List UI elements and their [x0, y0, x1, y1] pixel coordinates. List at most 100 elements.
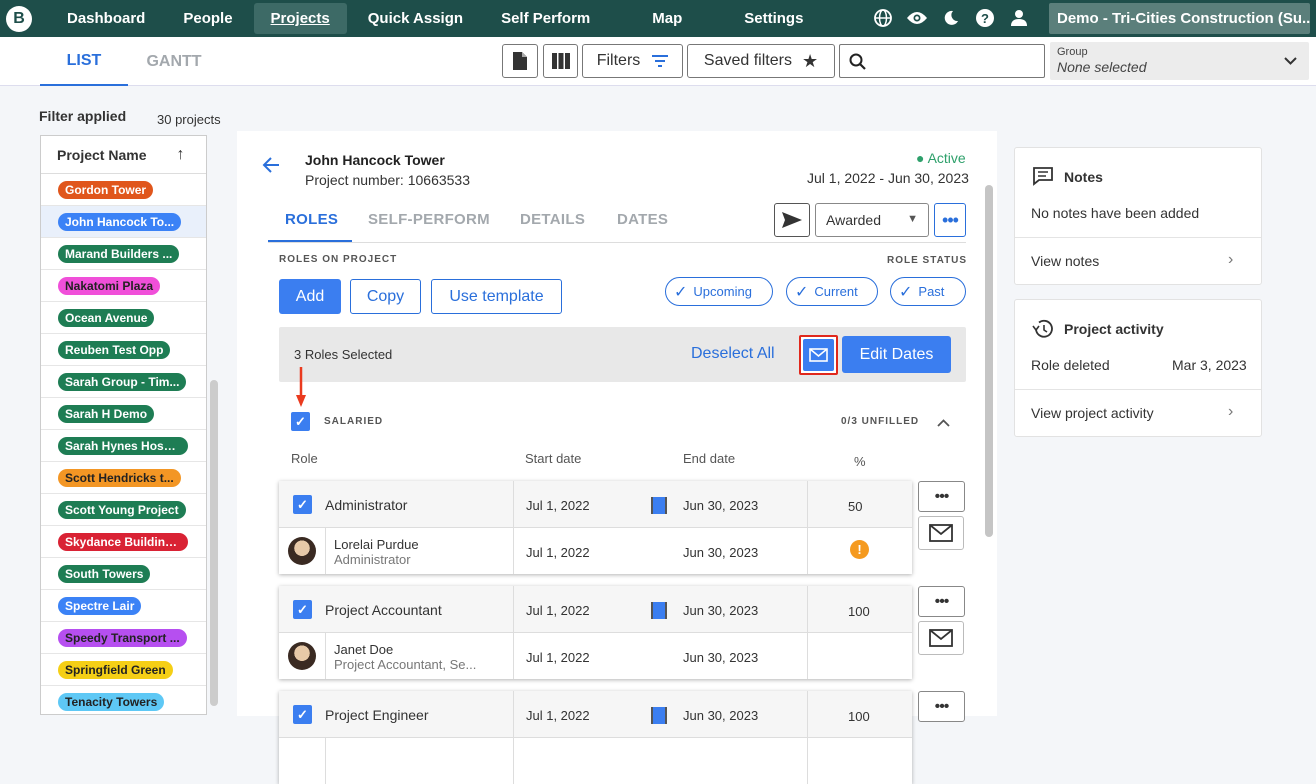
- user-icon[interactable]: [1008, 7, 1030, 29]
- search-input[interactable]: [839, 44, 1045, 78]
- assignee-row[interactable]: Lorelai Purdue Administrator Jul 1, 2022…: [279, 528, 912, 574]
- assignee-end-date[interactable]: Jun 30, 2023: [683, 650, 758, 665]
- chevron-right-icon[interactable]: ›: [1228, 403, 1233, 421]
- add-role-button[interactable]: Add: [279, 279, 341, 314]
- role-more-button[interactable]: •••: [918, 481, 965, 512]
- assignee-start-date[interactable]: Jul 1, 2022: [526, 545, 590, 560]
- check-icon: ✓: [899, 283, 913, 301]
- back-arrow-icon[interactable]: [261, 155, 281, 181]
- project-list-item[interactable]: Springfield Green: [41, 654, 206, 686]
- role-more-button[interactable]: •••: [918, 691, 965, 722]
- nav-map[interactable]: Map: [635, 3, 699, 34]
- role-email-button[interactable]: [918, 516, 964, 550]
- role-row[interactable]: ✓ Project Engineer Jul 1, 2022 Jun 30, 2…: [279, 691, 912, 738]
- tab-list[interactable]: LIST: [40, 37, 128, 86]
- role-start-date[interactable]: Jul 1, 2022: [526, 498, 590, 513]
- view-notes-link[interactable]: View notes: [1031, 253, 1099, 269]
- chevron-up-icon[interactable]: [937, 414, 950, 432]
- role-more-button[interactable]: •••: [918, 586, 965, 617]
- project-list-item[interactable]: Sarah Hynes Hosp...: [41, 430, 206, 462]
- role-percent[interactable]: 50: [848, 499, 862, 514]
- project-list-item[interactable]: Reuben Test Opp: [41, 334, 206, 366]
- moon-icon[interactable]: [940, 7, 962, 29]
- role-name: Project Engineer: [325, 707, 429, 723]
- project-list-item[interactable]: Sarah Group - Tim...: [41, 366, 206, 398]
- role-percent[interactable]: 100: [848, 604, 870, 619]
- assignee-row[interactable]: Janet Doe Project Accountant, Se... Jul …: [279, 633, 912, 679]
- nav-settings[interactable]: Settings: [727, 3, 820, 34]
- tab-roles[interactable]: ROLES: [285, 211, 338, 228]
- edit-dates-button[interactable]: Edit Dates: [842, 336, 951, 373]
- help-icon[interactable]: ?: [974, 7, 996, 29]
- role-row[interactable]: ✓ Administrator Jul 1, 2022 Jun 30, 2023…: [279, 481, 912, 528]
- saved-filters-button[interactable]: Saved filters ★: [687, 44, 835, 78]
- copy-button[interactable]: Copy: [350, 279, 421, 314]
- role-email-button[interactable]: [918, 621, 964, 655]
- nav-quick-assign[interactable]: Quick Assign: [351, 3, 480, 34]
- project-pill: Tenacity Towers: [58, 692, 165, 711]
- organization-select[interactable]: Demo - Tri-Cities Construction (Su...: [1049, 3, 1310, 34]
- role-checkbox[interactable]: ✓: [293, 705, 312, 724]
- nav-dashboard[interactable]: Dashboard: [50, 3, 162, 34]
- nav-people[interactable]: People: [166, 3, 249, 34]
- nav-self-perform[interactable]: Self Perform: [484, 3, 607, 34]
- more-options-button[interactable]: •••: [934, 203, 966, 237]
- role-end-date[interactable]: Jun 30, 2023: [683, 603, 758, 618]
- project-list-item[interactable]: Scott Young Project: [41, 494, 206, 526]
- project-list-item[interactable]: Gordon Tower: [41, 174, 206, 206]
- tab-self-perform[interactable]: SELF-PERFORM: [368, 211, 490, 228]
- role-row[interactable]: ✓ Project Accountant Jul 1, 2022 Jun 30,…: [279, 586, 912, 633]
- sort-arrow-icon[interactable]: ↑: [176, 146, 184, 164]
- date-range-handle[interactable]: [651, 497, 667, 514]
- date-range-handle[interactable]: [651, 602, 667, 619]
- tab-gantt[interactable]: GANTT: [131, 37, 217, 86]
- tab-details[interactable]: DETAILS: [520, 211, 585, 228]
- project-list-item[interactable]: Speedy Transport ...: [41, 622, 206, 654]
- detail-scrollbar[interactable]: [985, 185, 993, 537]
- nav-projects[interactable]: Projects: [253, 3, 347, 34]
- role-checkbox[interactable]: ✓: [293, 495, 312, 514]
- project-list-item[interactable]: Skydance Building...: [41, 526, 206, 558]
- project-pill: Sarah H Demo: [58, 404, 155, 423]
- role-start-date[interactable]: Jul 1, 2022: [526, 603, 590, 618]
- assignee-end-date[interactable]: Jun 30, 2023: [683, 545, 758, 560]
- chip-past[interactable]: ✓ Past: [890, 277, 966, 306]
- project-list-item[interactable]: South Towers: [41, 558, 206, 590]
- chip-current[interactable]: ✓ Current: [786, 277, 878, 306]
- assignee-role: Project Accountant, Se...: [334, 657, 477, 672]
- role-end-date[interactable]: Jun 30, 2023: [683, 498, 758, 513]
- deselect-all-button[interactable]: Deselect All: [691, 345, 775, 363]
- project-pill: Speedy Transport ...: [58, 628, 187, 647]
- chip-upcoming[interactable]: ✓ Upcoming: [665, 277, 773, 306]
- project-list-item[interactable]: Tenacity Towers: [41, 686, 206, 714]
- award-status-select[interactable]: Awarded ▼: [815, 203, 929, 237]
- view-project-activity-link[interactable]: View project activity: [1031, 405, 1154, 421]
- role-percent[interactable]: 100: [848, 709, 870, 724]
- columns-view-button[interactable]: [543, 44, 578, 78]
- app-logo[interactable]: B: [6, 5, 32, 32]
- globe-icon[interactable]: [872, 7, 894, 29]
- use-template-button[interactable]: Use template: [431, 279, 562, 314]
- email-selected-button[interactable]: [799, 335, 838, 375]
- send-button[interactable]: [774, 203, 810, 237]
- project-list-scrollbar[interactable]: [210, 380, 218, 706]
- assignee-start-date[interactable]: Jul 1, 2022: [526, 650, 590, 665]
- filters-button[interactable]: Filters: [582, 44, 683, 78]
- group-checkbox[interactable]: ✓: [291, 412, 310, 431]
- project-list-item[interactable]: Spectre Lair: [41, 590, 206, 622]
- group-select[interactable]: Group None selected: [1050, 42, 1309, 80]
- tab-dates[interactable]: DATES: [617, 211, 668, 228]
- document-view-button[interactable]: [502, 44, 538, 78]
- project-list-item[interactable]: John Hancock To...: [41, 206, 206, 238]
- chevron-right-icon[interactable]: ›: [1228, 251, 1233, 269]
- project-list-item[interactable]: Nakatomi Plaza: [41, 270, 206, 302]
- warning-icon[interactable]: !: [850, 540, 869, 559]
- project-list-item[interactable]: Ocean Avenue: [41, 302, 206, 334]
- project-list-item[interactable]: Scott Hendricks t...: [41, 462, 206, 494]
- project-list-item[interactable]: Marand Builders ...: [41, 238, 206, 270]
- project-name-header[interactable]: Project Name ↑: [41, 136, 206, 174]
- eye-icon[interactable]: [906, 7, 928, 29]
- assignee-row[interactable]: [279, 738, 912, 784]
- role-checkbox[interactable]: ✓: [293, 600, 312, 619]
- project-list-item[interactable]: Sarah H Demo: [41, 398, 206, 430]
